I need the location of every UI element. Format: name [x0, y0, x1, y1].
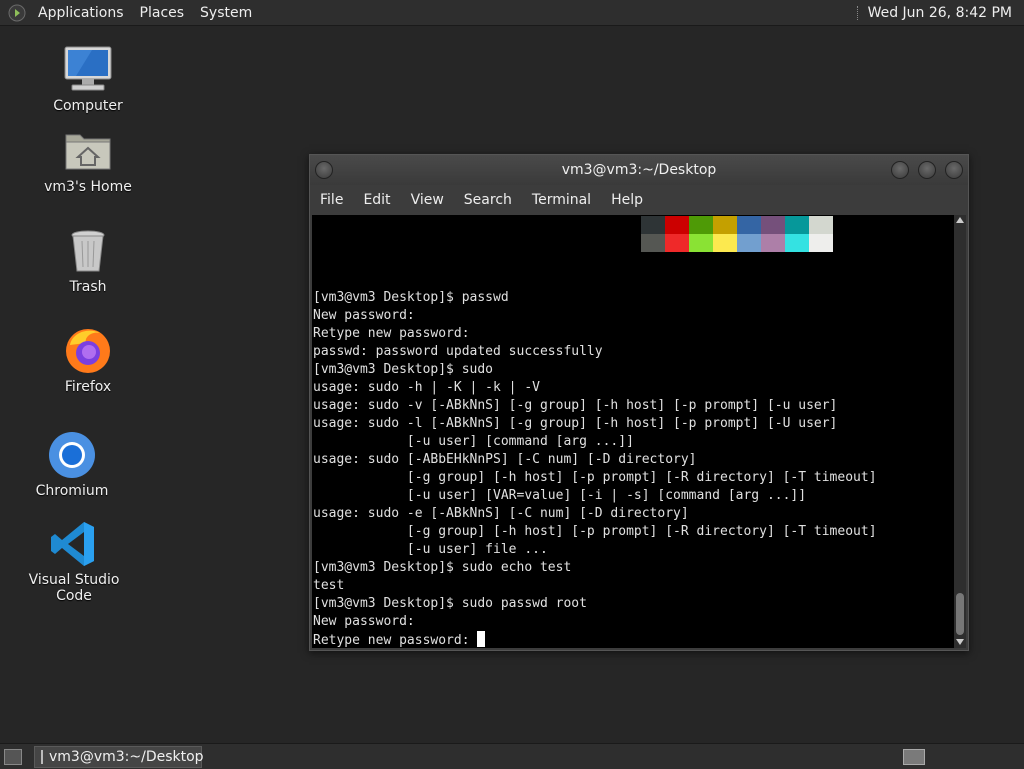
palette-swatch	[689, 216, 713, 234]
terminal-window[interactable]: vm3@vm3:~/Desktop File Edit View Search …	[309, 154, 969, 651]
terminal-line: test	[313, 578, 345, 593]
terminal-line: New password:	[313, 614, 415, 629]
palette-swatch	[785, 216, 809, 234]
taskbar-window-label: vm3@vm3:~/Desktop	[49, 749, 204, 765]
palette-swatch	[809, 234, 833, 252]
bottom-panel: vm3@vm3:~/Desktop	[0, 743, 1024, 769]
terminal-line: usage: sudo -v [-ABkNnS] [-g group] [-h …	[313, 398, 838, 413]
terminal-line: [-g group] [-h host] [-p prompt] [-R dir…	[313, 524, 877, 539]
palette-swatch	[761, 216, 785, 234]
gnome-foot-icon[interactable]	[8, 4, 26, 22]
terminal-line: usage: sudo [-ABbEHkNnPS] [-C num] [-D d…	[313, 452, 697, 467]
top-panel: Applications Places System Wed Jun 26, 8…	[0, 0, 1024, 26]
desktop-icon-home[interactable]: vm3's Home	[23, 127, 153, 195]
palette-swatch	[713, 216, 737, 234]
terminal-line: [vm3@vm3 Desktop]$ sudo	[313, 362, 494, 377]
menu-help[interactable]: Help	[601, 192, 653, 208]
trash-icon	[71, 230, 105, 272]
terminal-line: [-g group] [-h host] [-p prompt] [-R dir…	[313, 470, 877, 485]
terminal-line: usage: sudo -h | -K | -k | -V	[313, 380, 540, 395]
scrollbar-thumb[interactable]	[956, 593, 964, 635]
scroll-down-arrow-icon[interactable]	[956, 639, 964, 645]
minimize-button[interactable]	[891, 161, 909, 179]
palette-swatch	[689, 234, 713, 252]
show-desktop-icon[interactable]	[4, 749, 22, 765]
window-menu-button[interactable]	[315, 161, 333, 179]
palette-swatch	[809, 216, 833, 234]
terminal-titlebar[interactable]: vm3@vm3:~/Desktop	[310, 155, 968, 185]
places-menu[interactable]: Places	[132, 5, 193, 21]
desktop-icon-label: Chromium	[35, 483, 109, 499]
terminal-line: [-u user] file ...	[313, 542, 548, 557]
desktop-icon-label: vm3's Home	[44, 179, 132, 195]
vscode-icon	[51, 522, 94, 566]
clock[interactable]: Wed Jun 26, 8:42 PM	[868, 5, 1024, 21]
palette-swatch	[665, 216, 689, 234]
palette-swatch	[737, 216, 761, 234]
palette-swatch	[785, 234, 809, 252]
desktop-icon-chromium[interactable]: Chromium	[7, 431, 137, 499]
terminal-line: [vm3@vm3 Desktop]$ sudo echo test	[313, 560, 572, 575]
terminal-output: [vm3@vm3 Desktop]$ passwd New password: Re…	[313, 289, 877, 648]
menu-search[interactable]: Search	[454, 192, 522, 208]
terminal-line: [-u user] [command [arg ...]]	[313, 434, 634, 449]
palette-swatch	[713, 234, 737, 252]
terminal-scrollbar[interactable]	[954, 215, 966, 648]
terminal-line: [vm3@vm3 Desktop]$ sudo passwd root	[313, 596, 587, 611]
computer-icon	[64, 46, 112, 91]
terminal-screen[interactable]: [vm3@vm3 Desktop]$ passwd New password: Re…	[312, 215, 954, 648]
menu-file[interactable]: File	[310, 192, 353, 208]
terminal-menubar: File Edit View Search Terminal Help	[310, 185, 968, 215]
terminal-line: New password:	[313, 308, 415, 323]
desktop-icon-firefox[interactable]: Firefox	[23, 327, 153, 395]
desktop-icon-computer[interactable]: Computer	[23, 46, 153, 114]
desktop-icon-label: Firefox	[64, 379, 112, 395]
chromium-icon	[49, 432, 95, 478]
terminal-line: Retype new password:	[313, 631, 877, 648]
color-palette	[641, 216, 833, 252]
terminal-line: [-u user] [VAR=value] [-i | -s] [command…	[313, 488, 807, 503]
maximize-button[interactable]	[918, 161, 936, 179]
palette-swatch	[737, 234, 761, 252]
window-title: vm3@vm3:~/Desktop	[561, 162, 717, 178]
palette-swatch	[665, 234, 689, 252]
terminal-line: [vm3@vm3 Desktop]$ passwd	[313, 290, 509, 305]
panel-separator	[856, 5, 860, 20]
terminal-line: usage: sudo -e [-ABkNnS] [-C num] [-D di…	[313, 506, 689, 521]
workspace-switcher[interactable]	[903, 749, 925, 765]
text-cursor	[477, 631, 486, 647]
menu-terminal[interactable]: Terminal	[522, 192, 601, 208]
scroll-up-arrow-icon[interactable]	[956, 217, 964, 223]
applications-menu[interactable]: Applications	[30, 5, 132, 21]
firefox-icon	[66, 329, 110, 373]
close-button[interactable]	[945, 161, 963, 179]
palette-swatch	[641, 216, 665, 234]
terminal-line: Retype new password:	[313, 326, 470, 341]
desktop-icon-label: Trash	[69, 279, 107, 295]
terminal-icon	[41, 750, 43, 764]
desktop-icon-vscode[interactable]: Visual Studio Code	[9, 520, 139, 604]
palette-swatch	[641, 234, 665, 252]
desktop-icon-label: Computer	[53, 98, 123, 114]
terminal-line: passwd: password updated successfully	[313, 344, 603, 359]
desktop-icon-trash[interactable]: Trash	[23, 227, 153, 295]
desktop-icon-label: Visual Studio Code	[28, 572, 120, 604]
menu-view[interactable]: View	[401, 192, 454, 208]
home-folder-icon	[65, 134, 111, 170]
palette-swatch	[761, 234, 785, 252]
system-menu[interactable]: System	[192, 5, 260, 21]
taskbar-window-button[interactable]: vm3@vm3:~/Desktop	[34, 746, 204, 768]
menu-edit[interactable]: Edit	[353, 192, 400, 208]
terminal-line: usage: sudo -l [-ABkNnS] [-g group] [-h …	[313, 416, 838, 431]
